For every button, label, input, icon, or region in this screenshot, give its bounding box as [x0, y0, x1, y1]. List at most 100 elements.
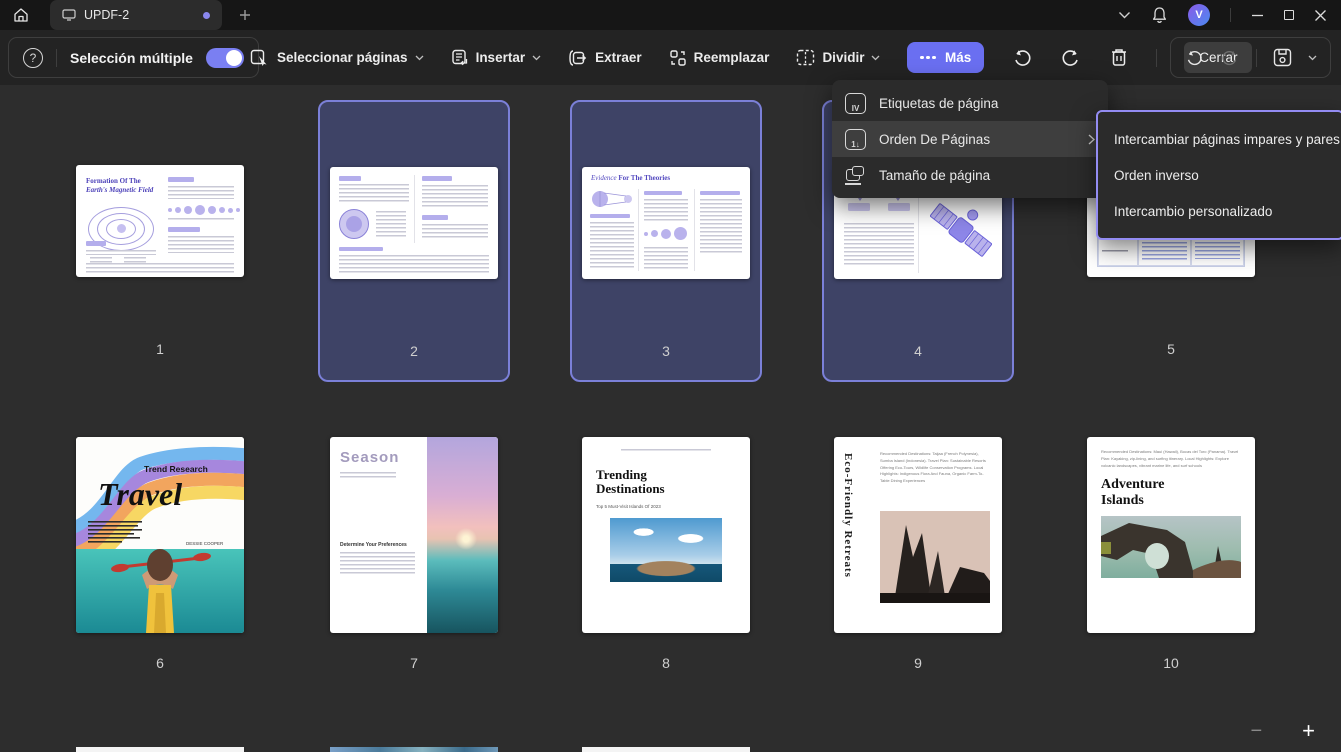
select-pages-icon — [250, 49, 267, 66]
menu-item-page-labels[interactable]: IV Etiquetas de página — [832, 85, 1108, 121]
thumb9-details: Recommended Destinations: Taijaa (French… — [880, 451, 986, 484]
chevron-down-icon — [415, 55, 424, 60]
new-tab-button[interactable] — [238, 8, 252, 22]
extract-label: Extraer — [595, 50, 642, 65]
page-cell-9: Eco-Friendly Retreats Recommended Destin… — [822, 415, 1014, 687]
undo-button[interactable] — [1011, 47, 1033, 69]
thumb10-content: Recommended Destinations: Maui (Hawaii),… — [1087, 437, 1255, 579]
thumb6-cover-art: Trend Research Travel DESSIE COOPER — [76, 437, 244, 633]
minimize-button[interactable] — [1251, 9, 1264, 22]
thumb9-rocks-photo — [880, 511, 990, 603]
page-cell-1: Formation Of TheEarth's Magnetic Field — [64, 100, 256, 382]
divider — [1256, 48, 1257, 67]
undo-icon[interactable] — [1184, 48, 1204, 68]
partial-thumbnail-sliver[interactable] — [330, 747, 498, 752]
partial-thumbnail-sliver[interactable] — [582, 747, 750, 752]
page-number: 1 — [156, 341, 164, 357]
page-cell-8: Trending Destinations Top 5 Must-Visit I… — [570, 415, 762, 687]
menu-item-page-order[interactable]: 1↓ Orden De Páginas — [832, 121, 1108, 157]
thumb10-details: Recommended Destinations: Maui (Hawaii),… — [1101, 449, 1239, 468]
select-pages-button[interactable]: Seleccionar páginas — [250, 49, 424, 67]
thumb8-island-photo — [610, 518, 722, 583]
thumb8-content: Trending Destinations Top 5 Must-Visit I… — [582, 437, 750, 583]
chevron-down-icon[interactable] — [1118, 11, 1131, 19]
document-tab[interactable]: UPDF-2 — [50, 0, 222, 30]
page-number: 9 — [914, 655, 922, 671]
page-thumbnail-6[interactable]: Trend Research Travel DESSIE COOPER — [76, 437, 244, 633]
replace-icon — [669, 49, 686, 66]
redo-button[interactable] — [1060, 47, 1082, 69]
select-pages-label: Seleccionar páginas — [277, 50, 408, 65]
page-cell-2: 2 — [318, 100, 510, 382]
maximize-button[interactable] — [1284, 10, 1294, 20]
thumb10-title: Adventure Islands — [1101, 477, 1165, 508]
menu-item-label: Orden De Páginas — [879, 131, 991, 147]
thumb8-subtitle: Top 5 Must-Visit Islands Of 2023 — [596, 503, 661, 509]
page-thumbnail-10[interactable]: Recommended Destinations: Maui (Hawaii),… — [1087, 437, 1255, 633]
page-order-submenu: Intercambiar páginas impares y pares Ord… — [1096, 110, 1341, 240]
zoom-in-button[interactable]: + — [1302, 718, 1315, 744]
insert-label: Insertar — [475, 50, 526, 65]
split-label: Dividir — [822, 50, 865, 65]
page-thumbnail-3[interactable]: Evidence For The Theories — [582, 167, 750, 279]
window-separator — [1230, 8, 1231, 22]
menu-item-page-size[interactable]: Tamaño de página — [832, 157, 1108, 193]
page-thumbnail-2[interactable] — [330, 167, 498, 279]
partial-thumbnail-sliver[interactable] — [76, 747, 244, 752]
history-save-group — [1170, 37, 1331, 78]
multi-select-label: Selección múltiple — [70, 49, 193, 66]
page-number: 5 — [1167, 341, 1175, 357]
more-button[interactable]: Más — [907, 42, 985, 73]
split-icon — [797, 49, 815, 66]
redo-icon[interactable] — [1220, 48, 1240, 68]
submenu-item-reverse-order[interactable]: Orden inverso — [1098, 157, 1341, 193]
notifications-bell-icon[interactable] — [1151, 6, 1168, 24]
help-icon[interactable]: ? — [23, 47, 43, 68]
page-cell-6: Trend Research Travel DESSIE COOPER 6 — [64, 415, 256, 687]
insert-button[interactable]: Insertar — [451, 49, 542, 67]
toolbar-actions: Seleccionar páginas Insertar Extraer Ree… — [250, 30, 1253, 85]
page-number: 2 — [410, 343, 418, 359]
close-window-button[interactable] — [1314, 9, 1327, 22]
thumb3-title: Evidence For The Theories — [591, 174, 671, 182]
insert-icon — [451, 49, 467, 65]
thumb7-title: Season — [340, 449, 400, 466]
page-number: 10 — [1163, 655, 1179, 671]
thumb7-subheading: Determine Your Preferences — [340, 542, 407, 548]
chevron-down-icon — [871, 55, 880, 60]
titlebar-right: V — [1118, 4, 1327, 26]
tab-title: UPDF-2 — [84, 8, 130, 22]
divider — [56, 48, 57, 67]
home-button[interactable] — [12, 6, 30, 24]
split-button[interactable]: Dividir — [796, 49, 880, 66]
page-cell-7: Season Determine Your Preferences 7 — [318, 415, 510, 687]
thumb9-vertical-title: Eco-Friendly Retreats — [842, 453, 854, 578]
replace-button[interactable]: Reemplazar — [669, 49, 769, 67]
page-number: 8 — [662, 655, 670, 671]
monitor-icon — [62, 9, 76, 21]
submenu-item-custom-swap[interactable]: Intercambio personalizado — [1098, 193, 1341, 229]
delete-pages-button[interactable] — [1109, 47, 1129, 68]
submenu-item-swap-odd-even[interactable]: Intercambiar páginas impares y pares — [1098, 121, 1341, 157]
page-order-icon: 1↓ — [845, 128, 866, 150]
page-thumbnail-9[interactable]: Eco-Friendly Retreats Recommended Destin… — [834, 437, 1002, 633]
home-icon — [14, 8, 28, 22]
zoom-out-button[interactable]: − — [1250, 720, 1262, 743]
plus-icon — [240, 10, 250, 20]
svg-text:Trend Research: Trend Research — [144, 464, 208, 474]
svg-text:DESSIE COOPER: DESSIE COOPER — [186, 541, 224, 546]
page-labels-icon: IV — [845, 92, 866, 114]
multi-select-toggle[interactable] — [205, 47, 244, 68]
page-thumbnail-8[interactable]: Trending Destinations Top 5 Must-Visit I… — [582, 437, 750, 633]
page-number: 4 — [914, 343, 922, 359]
page-thumbnail-7[interactable]: Season Determine Your Preferences — [330, 437, 498, 633]
thumb7-text-column: Season Determine Your Preferences — [330, 437, 427, 633]
extract-button[interactable]: Extraer — [568, 49, 642, 67]
user-avatar[interactable]: V — [1188, 4, 1210, 26]
save-icon[interactable] — [1273, 48, 1292, 67]
page-number: 6 — [156, 655, 164, 671]
divider — [1156, 48, 1158, 67]
page-thumbnail-1[interactable]: Formation Of The Earth's Magnetic Field — [76, 165, 244, 277]
chevron-down-icon[interactable] — [1308, 55, 1317, 61]
zoom-controls: − + — [1250, 718, 1315, 744]
